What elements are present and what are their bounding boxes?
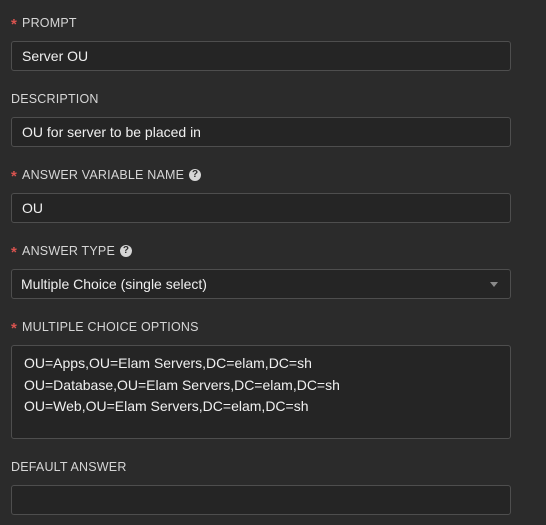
prompt-label: * PROMPT	[11, 13, 511, 33]
default-answer-input[interactable]	[11, 485, 511, 515]
default-answer-label-text: DEFAULT ANSWER	[11, 460, 127, 474]
option-line: OU=Web,OU=Elam Servers,DC=elam,DC=sh	[24, 398, 309, 414]
multiple-choice-options-field: * MULTIPLE CHOICE OPTIONS OU=Apps,OU=Ela…	[11, 317, 511, 439]
answer-type-label-text: ANSWER TYPE	[22, 244, 116, 258]
option-line: OU=Apps,OU=Elam Servers,DC=elam,DC=sh	[24, 355, 312, 371]
required-marker: *	[11, 243, 18, 261]
required-marker: *	[11, 319, 18, 337]
description-label-text: DESCRIPTION	[11, 92, 99, 106]
prompt-input[interactable]: Server OU	[11, 41, 511, 71]
multiple-choice-options-label: * MULTIPLE CHOICE OPTIONS	[11, 317, 511, 337]
answer-type-select[interactable]: Multiple Choice (single select)	[11, 269, 511, 299]
prompt-input-value: Server OU	[22, 48, 89, 64]
description-input[interactable]: OU for server to be placed in	[11, 117, 511, 147]
answer-variable-name-label: * ANSWER VARIABLE NAME ?	[11, 165, 511, 185]
answer-type-field: * ANSWER TYPE ? Multiple Choice (single …	[11, 241, 511, 299]
question-circle-icon[interactable]: ?	[189, 169, 202, 181]
answer-variable-name-label-text: ANSWER VARIABLE NAME	[22, 168, 185, 182]
multiple-choice-options-textarea[interactable]: OU=Apps,OU=Elam Servers,DC=elam,DC=sh OU…	[11, 345, 511, 439]
question-circle-icon[interactable]: ?	[120, 245, 133, 257]
multiple-choice-options-label-text: MULTIPLE CHOICE OPTIONS	[22, 320, 199, 334]
answer-variable-name-input-value: OU	[22, 200, 43, 216]
answer-variable-name-field: * ANSWER VARIABLE NAME ? OU	[11, 165, 511, 223]
prompt-label-text: PROMPT	[22, 16, 77, 30]
required-marker: *	[11, 167, 18, 185]
prompt-field: * PROMPT Server OU	[11, 13, 511, 71]
answer-type-label: * ANSWER TYPE ?	[11, 241, 511, 261]
default-answer-label: DEFAULT ANSWER	[11, 457, 511, 477]
description-field: DESCRIPTION OU for server to be placed i…	[11, 89, 511, 147]
answer-variable-name-input[interactable]: OU	[11, 193, 511, 223]
description-input-value: OU for server to be placed in	[22, 124, 201, 140]
survey-question-form: * PROMPT Server OU DESCRIPTION OU for se…	[0, 0, 546, 525]
chevron-down-icon	[490, 281, 498, 287]
option-line: OU=Database,OU=Elam Servers,DC=elam,DC=s…	[24, 376, 340, 393]
default-answer-field: DEFAULT ANSWER	[11, 457, 511, 515]
answer-type-selected-value: Multiple Choice (single select)	[21, 276, 207, 292]
required-marker: *	[11, 15, 18, 33]
description-label: DESCRIPTION	[11, 89, 511, 109]
